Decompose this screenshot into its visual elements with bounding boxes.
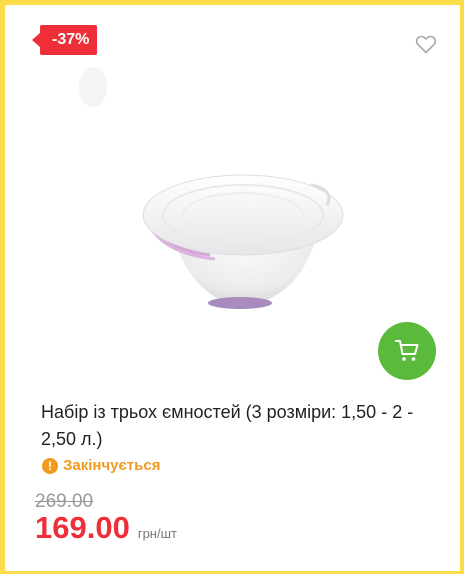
exclamation-icon: ! <box>42 457 58 474</box>
stock-status: ! Закінчується <box>42 457 160 474</box>
price-unit: грн/шт <box>137 526 177 541</box>
heart-icon <box>415 35 437 54</box>
product-image[interactable] <box>75 65 395 350</box>
discount-badge: -37% <box>31 25 98 55</box>
wishlist-button[interactable] <box>414 32 438 56</box>
stock-status-label: Закінчується <box>63 457 161 474</box>
current-price: 169.00 <box>35 510 130 545</box>
product-card: -37% Набір із трьох ємностей (3 розміри:… <box>5 5 460 571</box>
product-title[interactable]: Набір із трьох ємностей (3 розміри: 1,50… <box>41 399 441 453</box>
price-row: 169.00 грн/шт <box>35 510 177 546</box>
cart-icon <box>395 340 419 361</box>
add-to-cart-button[interactable] <box>378 322 436 380</box>
